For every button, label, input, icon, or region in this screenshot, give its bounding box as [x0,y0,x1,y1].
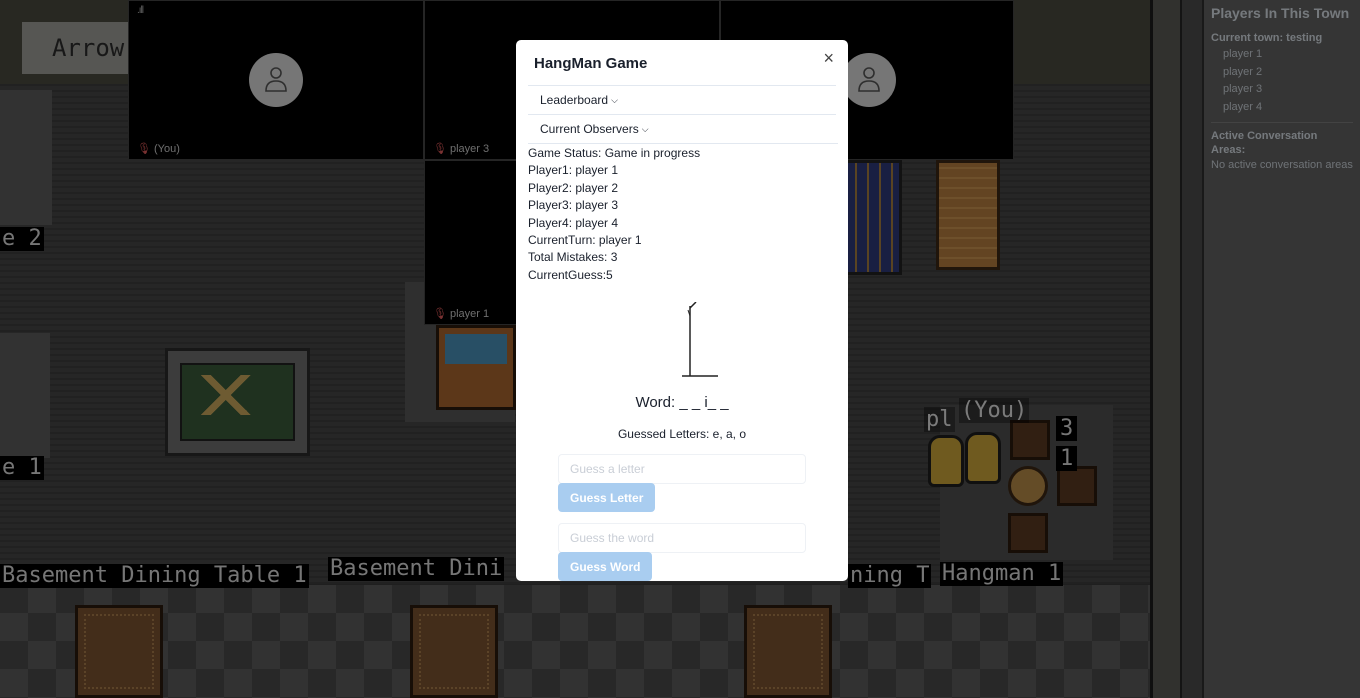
chevron-down-icon: ⌵ [641,124,649,134]
app-screen: Arrow e 2 e 1 Basement Dining Table 1 Ba… [0,0,1360,698]
gallows-drawing [682,302,718,377]
word-display: Word: _ _ i_ _ [635,394,729,411]
guessed-letters: Guessed Letters: e, a, o [617,427,747,441]
status-line: CurrentGuess:5 [528,267,613,282]
close-icon[interactable]: × [823,49,834,67]
leaderboard-label: Leaderboard [540,93,609,107]
chevron-down-icon: ⌵ [611,95,618,105]
status-line: Game Status: Game in progress [528,146,701,160]
status-line: Player4: player 4 [528,215,619,230]
guess-letter-button[interactable]: Guess Letter [558,483,656,512]
status-line: Player1: player 1 [528,163,619,178]
modal-header: HangMan Game × [516,40,848,84]
modal-title: HangMan Game [534,55,648,72]
status-line: Player3: player 3 [528,198,619,213]
observers-label: Current Observers [540,122,639,136]
status-line: Player2: player 2 [528,180,619,195]
guess-word-button[interactable]: Guess Word [558,552,653,581]
leaderboard-toggle[interactable]: Leaderboard ⌵ [528,85,836,113]
guess-letter-input[interactable] [558,454,806,484]
game-status: Game Status: Game in progress Player1: p… [528,143,838,284]
status-line: Total Mistakes: 3 [528,250,618,265]
hangman-modal: HangMan Game × Leaderboard ⌵ Current Obse… [516,40,848,581]
observers-toggle[interactable]: Current Observers ⌵ [528,114,836,142]
status-line: CurrentTurn: player 1 [528,233,642,248]
guess-word-input[interactable] [558,523,806,553]
